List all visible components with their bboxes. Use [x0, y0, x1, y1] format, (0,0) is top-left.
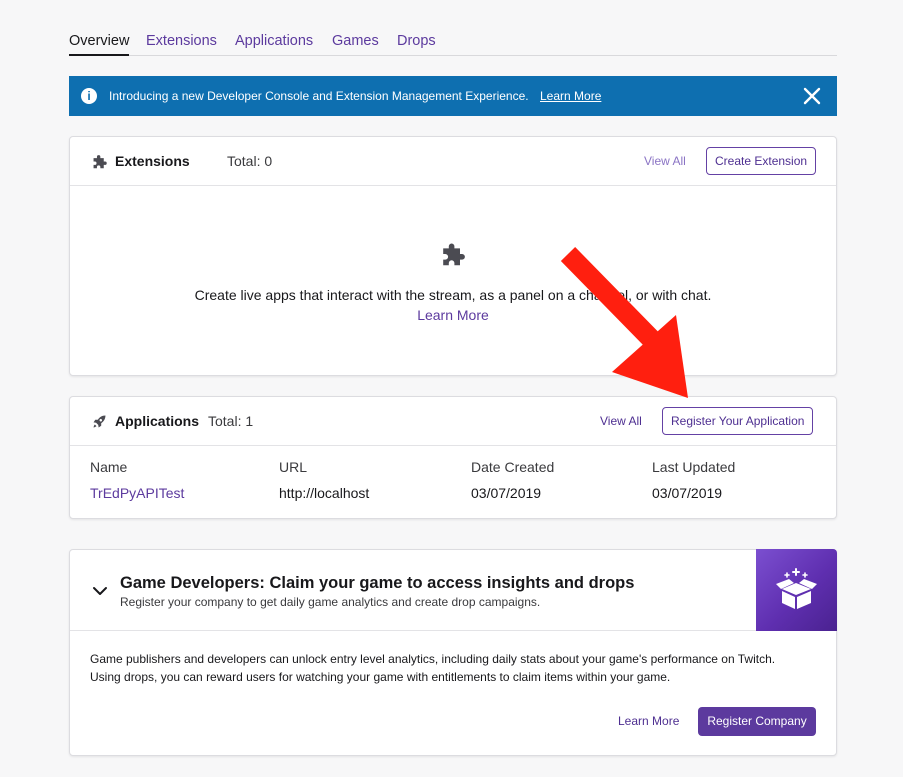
applications-card: Applications Total: 1 View All Register …: [69, 396, 837, 519]
tab-extensions[interactable]: Extensions: [146, 33, 217, 49]
info-icon: i: [81, 88, 97, 104]
column-header-date-created: Date Created: [471, 459, 555, 475]
game-developers-title: Game Developers: Claim your game to acce…: [120, 574, 635, 592]
game-developers-header: Game Developers: Claim your game to acce…: [70, 549, 837, 631]
game-developers-body-line-1: Game publishers and developers can unloc…: [90, 652, 776, 666]
app-last-updated: 03/07/2019: [652, 485, 723, 501]
applications-view-all-link[interactable]: View All: [600, 414, 642, 428]
app-name-link[interactable]: TrEdPyAPITest: [90, 485, 184, 501]
register-application-button[interactable]: Register Your Application: [662, 407, 814, 435]
gift-box-icon: [776, 568, 817, 609]
extensions-description: Create live apps that interact with the …: [194, 287, 712, 303]
rocket-icon: [93, 415, 106, 428]
game-developers-subtitle: Register your company to get daily game …: [120, 595, 541, 609]
extensions-view-all-link[interactable]: View All: [644, 154, 686, 168]
top-tabs: Overview Extensions Applications Games D…: [69, 0, 837, 56]
create-extension-button[interactable]: Create Extension: [706, 147, 817, 175]
extensions-title: Extensions: [115, 153, 190, 169]
app-url: http://localhost: [279, 485, 370, 501]
extensions-total: Total: 0: [227, 153, 273, 169]
game-developers-body: Game publishers and developers can unloc…: [90, 651, 816, 686]
column-header-url: URL: [279, 459, 308, 475]
puzzle-icon: [93, 155, 107, 169]
tab-games[interactable]: Games: [332, 33, 379, 49]
tab-drops[interactable]: Drops: [397, 33, 436, 49]
game-developers-art: [756, 549, 837, 631]
extensions-learn-more-link[interactable]: Learn More: [70, 307, 836, 323]
app-date-created: 03/07/2019: [471, 485, 542, 501]
column-header-last-updated: Last Updated: [652, 459, 736, 475]
register-company-button[interactable]: Register Company: [698, 707, 816, 736]
banner-text: Introducing a new Developer Console and …: [109, 89, 529, 103]
puzzle-icon: [443, 243, 465, 266]
chevron-down-icon[interactable]: [92, 583, 108, 599]
tab-applications[interactable]: Applications: [235, 33, 313, 49]
column-header-name: Name: [90, 459, 128, 475]
close-icon[interactable]: [803, 87, 821, 105]
extensions-card: Extensions Total: 0 View All Create Exte…: [69, 136, 837, 376]
game-developers-learn-more-link[interactable]: Learn More: [618, 714, 679, 728]
extensions-header: Extensions Total: 0 View All Create Exte…: [70, 137, 836, 186]
applications-title: Applications: [115, 413, 200, 429]
game-developers-body-line-2: Using drops, you can reward users for wa…: [90, 669, 671, 684]
announcement-banner: i Introducing a new Developer Console an…: [69, 76, 837, 116]
tab-overview[interactable]: Overview: [69, 33, 130, 56]
game-developers-card: Game Developers: Claim your game to acce…: [69, 549, 837, 756]
banner-learn-more-link[interactable]: Learn More: [540, 89, 601, 103]
applications-header: Applications Total: 1 View All Register …: [70, 397, 836, 446]
applications-total: Total: 1: [208, 413, 254, 429]
